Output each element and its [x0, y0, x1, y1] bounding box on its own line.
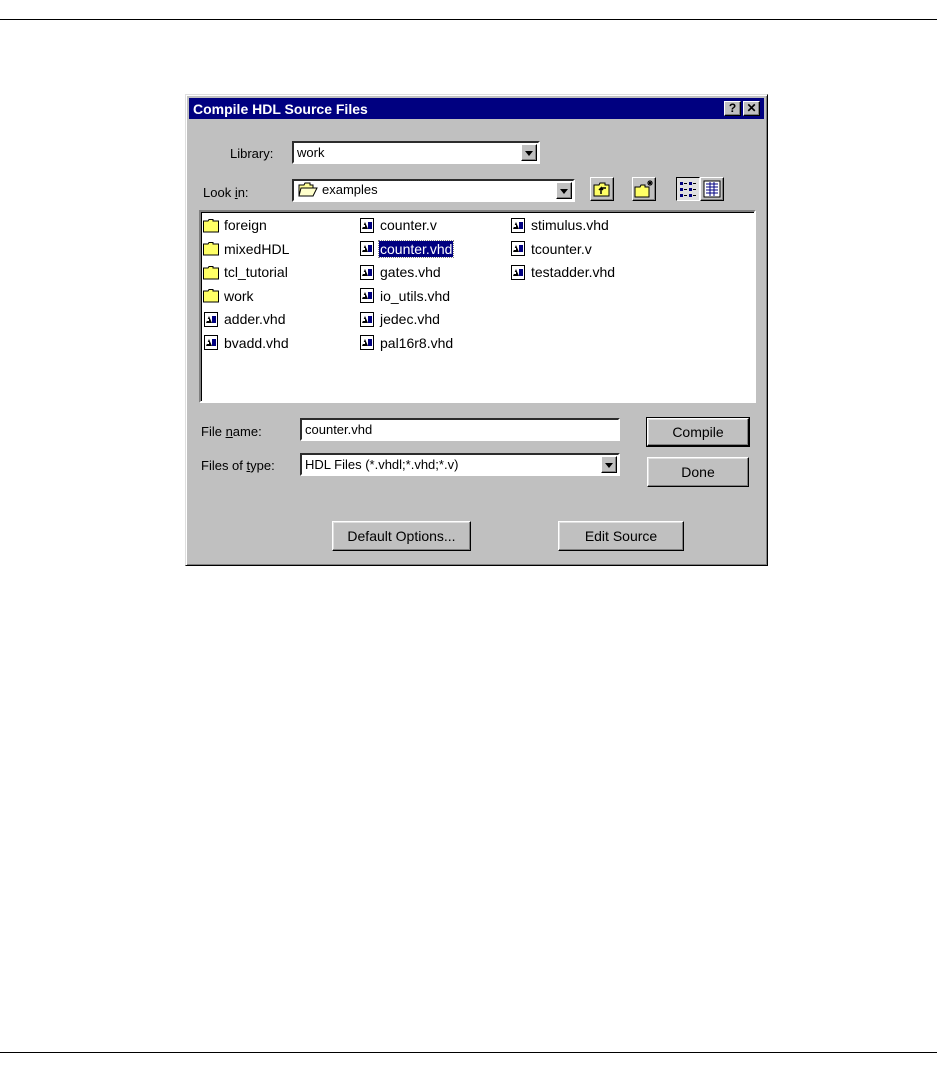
library-label: Library: — [230, 146, 274, 161]
file-item[interactable]: stimulus.vhd — [510, 215, 610, 235]
look-in-dropdown-button[interactable] — [556, 182, 572, 199]
open-folder-icon — [298, 182, 318, 197]
file-item[interactable]: jedec.vhd — [359, 309, 441, 329]
done-button[interactable]: Done — [647, 457, 749, 487]
item-label: gates.vhd — [380, 264, 441, 280]
item-label: counter.vhd — [377, 239, 455, 258]
edit-source-button[interactable]: Edit Source — [558, 521, 684, 551]
folder-icon — [203, 265, 219, 279]
item-label: stimulus.vhd — [531, 217, 609, 233]
file-item[interactable]: io_utils.vhd — [359, 286, 451, 306]
list-view-button[interactable] — [676, 177, 700, 201]
folder-icon — [203, 242, 219, 256]
files-of-type-combo[interactable]: HDL Files (*.vhdl;*.vhd;*.v) — [300, 453, 620, 476]
item-label: adder.vhd — [224, 311, 286, 327]
bottom-rule — [0, 1052, 937, 1053]
compile-hdl-dialog: Compile HDL Source Files ? ✕ Library: wo… — [185, 94, 768, 566]
file-name-label: File name: — [201, 424, 262, 439]
hdl-file-icon — [360, 241, 374, 256]
folder-icon — [203, 218, 219, 232]
item-label: work — [224, 287, 254, 304]
hdl-file-icon — [511, 264, 525, 280]
files-of-type-dropdown-button[interactable] — [601, 456, 617, 473]
help-button[interactable]: ? — [724, 101, 741, 116]
file-name-input[interactable]: counter.vhd — [300, 418, 620, 441]
look-in-label: Look in: — [203, 185, 249, 200]
new-folder-icon — [634, 180, 653, 198]
look-in-value: examples — [322, 182, 378, 197]
details-view-button[interactable] — [700, 177, 724, 201]
files-of-type-label: Files of type: — [201, 458, 275, 473]
close-button[interactable]: ✕ — [743, 101, 760, 116]
item-label: bvadd.vhd — [224, 334, 289, 351]
files-of-type-value: HDL Files (*.vhdl;*.vhd;*.v) — [305, 457, 459, 472]
item-label: io_utils.vhd — [380, 287, 451, 304]
up-one-level-button[interactable] — [590, 177, 614, 201]
hdl-file-icon — [204, 311, 218, 327]
item-label: tcl_tutorial — [224, 264, 288, 280]
compile-button[interactable]: Compile — [646, 417, 750, 447]
file-item[interactable]: testadder.vhd — [510, 262, 616, 282]
folder-item[interactable]: work — [203, 286, 255, 306]
details-view-icon — [703, 180, 721, 198]
file-item[interactable]: counter.v — [359, 215, 438, 235]
file-item[interactable]: counter.vhd — [359, 239, 455, 259]
create-new-folder-button[interactable] — [632, 177, 656, 201]
item-label: jedec.vhd — [380, 311, 440, 327]
list-view-icon — [680, 182, 696, 197]
hdl-file-icon — [360, 311, 374, 327]
file-name-value: counter.vhd — [305, 422, 373, 437]
file-item[interactable]: gates.vhd — [359, 262, 442, 282]
item-label: foreign — [224, 217, 267, 233]
hdl-file-icon — [360, 217, 374, 233]
item-label: counter.v — [380, 217, 437, 233]
folder-item[interactable]: foreign — [203, 215, 268, 235]
look-in-combo[interactable]: examples — [292, 179, 575, 202]
item-label: mixedHDL — [224, 240, 290, 257]
up-folder-icon — [593, 182, 610, 197]
folder-icon — [203, 289, 219, 303]
item-label: testadder.vhd — [531, 264, 616, 280]
file-item[interactable]: pal16r8.vhd — [359, 333, 454, 353]
folder-item[interactable]: tcl_tutorial — [203, 262, 289, 282]
hdl-file-icon — [360, 288, 374, 303]
folder-item[interactable]: mixedHDL — [203, 239, 290, 259]
top-rule — [0, 19, 937, 20]
file-item[interactable]: adder.vhd — [203, 309, 287, 329]
library-value: work — [297, 145, 325, 160]
hdl-file-icon — [511, 217, 525, 233]
dialog-title: Compile HDL Source Files — [193, 101, 368, 117]
library-combo[interactable]: work — [292, 141, 540, 164]
default-options-button[interactable]: Default Options... — [332, 521, 471, 551]
library-dropdown-button[interactable] — [521, 144, 537, 161]
file-item[interactable]: tcounter.v — [510, 239, 593, 259]
item-label: tcounter.v — [531, 240, 592, 257]
title-bar[interactable]: Compile HDL Source Files ? ✕ — [189, 98, 764, 119]
hdl-file-icon — [360, 264, 374, 280]
hdl-file-icon — [511, 241, 525, 256]
file-item[interactable]: bvadd.vhd — [203, 333, 290, 353]
file-list[interactable]: foreign mixedHDL tcl_tutorialwork adder.vhd… — [199, 210, 756, 403]
item-label: pal16r8.vhd — [380, 334, 454, 351]
hdl-file-icon — [360, 335, 374, 350]
hdl-file-icon — [204, 335, 218, 350]
